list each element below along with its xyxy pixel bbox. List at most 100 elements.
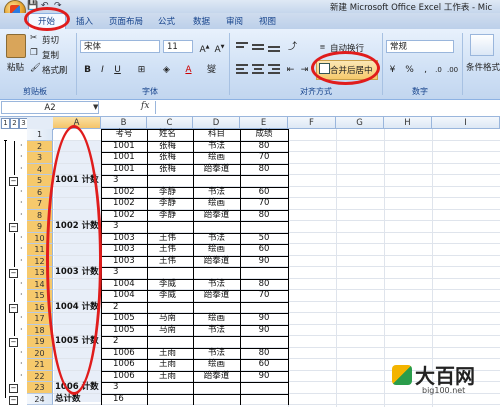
grow-font-icon[interactable]: A▲	[198, 40, 211, 55]
format-painter-button[interactable]: 格式刷	[42, 64, 68, 76]
tab-insert[interactable]: 插入	[76, 15, 93, 27]
cell-e[interactable]: 90	[240, 256, 288, 268]
cell-b[interactable]: 3	[113, 267, 159, 279]
tab-page-layout[interactable]: 页面布局	[109, 15, 143, 27]
cell-e[interactable]: 80	[240, 141, 288, 153]
orientation-icon[interactable]: ⤴	[286, 40, 299, 53]
name-box-dropdown-icon[interactable]: ▼	[93, 103, 98, 111]
col-header-e[interactable]: E	[240, 117, 288, 129]
tab-view[interactable]: 视图	[259, 15, 276, 27]
cut-button[interactable]: 剪切	[42, 34, 59, 46]
tab-data[interactable]: 数据	[193, 15, 210, 27]
col-header-f[interactable]: F	[288, 117, 336, 129]
cell-b[interactable]: 1005	[113, 325, 159, 337]
row-header[interactable]: 20	[27, 347, 53, 359]
cell-e[interactable]: 成绩	[240, 129, 288, 141]
cell-b[interactable]: 1004	[113, 279, 159, 291]
outline-collapse-button[interactable]: −	[9, 338, 18, 347]
cell-e[interactable]: 90	[240, 313, 288, 325]
cell-b[interactable]: 1005	[113, 313, 159, 325]
underline-icon[interactable]: U	[111, 63, 124, 76]
cell-e[interactable]: 90	[240, 325, 288, 337]
cell-b[interactable]: 1003	[113, 233, 159, 245]
row-header[interactable]: 19	[27, 336, 53, 348]
cut-icon[interactable]: ✂	[30, 33, 37, 43]
currency-icon[interactable]: ¥	[386, 63, 399, 76]
cell-b[interactable]: 1001	[113, 141, 159, 153]
col-header-g[interactable]: G	[336, 117, 384, 129]
outline-collapse-button[interactable]: −	[9, 303, 18, 313]
outline-collapse-button[interactable]: −	[9, 223, 18, 232]
align-left-icon[interactable]	[236, 64, 248, 74]
col-header-i[interactable]: I	[432, 117, 500, 129]
cell-b[interactable]: 1001	[113, 164, 159, 176]
outline-level-1[interactable]: 1	[1, 118, 10, 129]
cell-d[interactable]: 绘画	[193, 359, 240, 371]
increase-decimal-icon[interactable]: .0	[432, 63, 445, 76]
cell-e[interactable]: 70	[240, 152, 288, 164]
align-right-icon[interactable]	[268, 64, 280, 74]
copy-icon[interactable]: ❐	[30, 48, 38, 58]
paste-button[interactable]: 粘贴	[7, 61, 24, 73]
increase-indent-icon[interactable]: ⇥	[298, 63, 311, 76]
cell-e[interactable]: 80	[240, 164, 288, 176]
cell-d[interactable]: 绘画	[193, 313, 240, 325]
tab-formulas[interactable]: 公式	[158, 15, 175, 27]
font-color-icon[interactable]: A	[182, 63, 195, 76]
row-header[interactable]: 23	[27, 382, 53, 394]
cell-d[interactable]: 跆拳道	[193, 210, 240, 222]
cell-e[interactable]: 60	[240, 187, 288, 199]
italic-icon[interactable]: I	[96, 63, 109, 76]
col-header-b[interactable]: B	[101, 117, 147, 129]
cell-d[interactable]: 书法	[193, 141, 240, 153]
cell-d[interactable]: 书法	[193, 279, 240, 291]
decrease-decimal-icon[interactable]: .00	[446, 63, 459, 76]
row-header[interactable]: 22	[27, 370, 53, 382]
wrap-text-icon[interactable]: ≡	[316, 40, 329, 53]
cell-d[interactable]: 书法	[193, 187, 240, 199]
fx-button[interactable]: fx	[141, 101, 149, 111]
phonetic-icon[interactable]: 燮	[205, 63, 218, 76]
cell-e[interactable]: 70	[240, 198, 288, 210]
row-header[interactable]: 2	[27, 140, 53, 152]
outline-level-2[interactable]: 2	[10, 118, 19, 129]
cell-d[interactable]: 书法	[193, 348, 240, 360]
cell-b[interactable]: 2	[113, 336, 159, 348]
align-center-icon[interactable]	[252, 64, 264, 74]
decrease-indent-icon[interactable]: ⇤	[284, 63, 297, 76]
cell-e[interactable]: 60	[240, 244, 288, 256]
row-header[interactable]: 5	[27, 175, 53, 187]
row-header[interactable]: 4	[27, 163, 53, 175]
cell-b[interactable]: 考号	[101, 129, 147, 141]
cell-e[interactable]: 90	[240, 371, 288, 383]
cell-b[interactable]: 3	[113, 175, 159, 187]
cell-b[interactable]: 1006	[113, 359, 159, 371]
cell-b[interactable]: 1002	[113, 198, 159, 210]
number-format-select[interactable]: 常规	[386, 40, 454, 53]
cell-b[interactable]: 1003	[113, 244, 159, 256]
tab-review[interactable]: 审阅	[226, 15, 243, 27]
paste-icon[interactable]	[6, 34, 26, 58]
row-header[interactable]: 3	[27, 152, 53, 164]
cell-d[interactable]: 跆拳道	[193, 290, 240, 302]
fill-color-icon[interactable]: ◈	[160, 63, 173, 76]
percent-icon[interactable]: %	[403, 63, 416, 76]
cell-d[interactable]: 绘画	[193, 198, 240, 210]
col-header-h[interactable]: H	[384, 117, 432, 129]
font-size-select[interactable]: 11	[163, 40, 193, 53]
cell-b[interactable]: 1002	[113, 210, 159, 222]
col-header-d[interactable]: D	[193, 117, 240, 129]
outline-collapse-button[interactable]: −	[9, 384, 18, 393]
row-header[interactable]: 1	[27, 129, 53, 141]
cell-b[interactable]: 1006	[113, 371, 159, 383]
cell-e[interactable]: 50	[240, 233, 288, 245]
cell-b[interactable]: 1001	[113, 152, 159, 164]
cell-b[interactable]: 16	[113, 394, 159, 406]
cell-e[interactable]: 80	[240, 279, 288, 291]
cell-e[interactable]: 60	[240, 359, 288, 371]
cell-b[interactable]: 1003	[113, 256, 159, 268]
font-name-select[interactable]: 宋体	[80, 40, 160, 53]
cell-e[interactable]: 80	[240, 348, 288, 360]
bold-icon[interactable]: B	[81, 63, 94, 76]
cell-d[interactable]: 绘画	[193, 244, 240, 256]
